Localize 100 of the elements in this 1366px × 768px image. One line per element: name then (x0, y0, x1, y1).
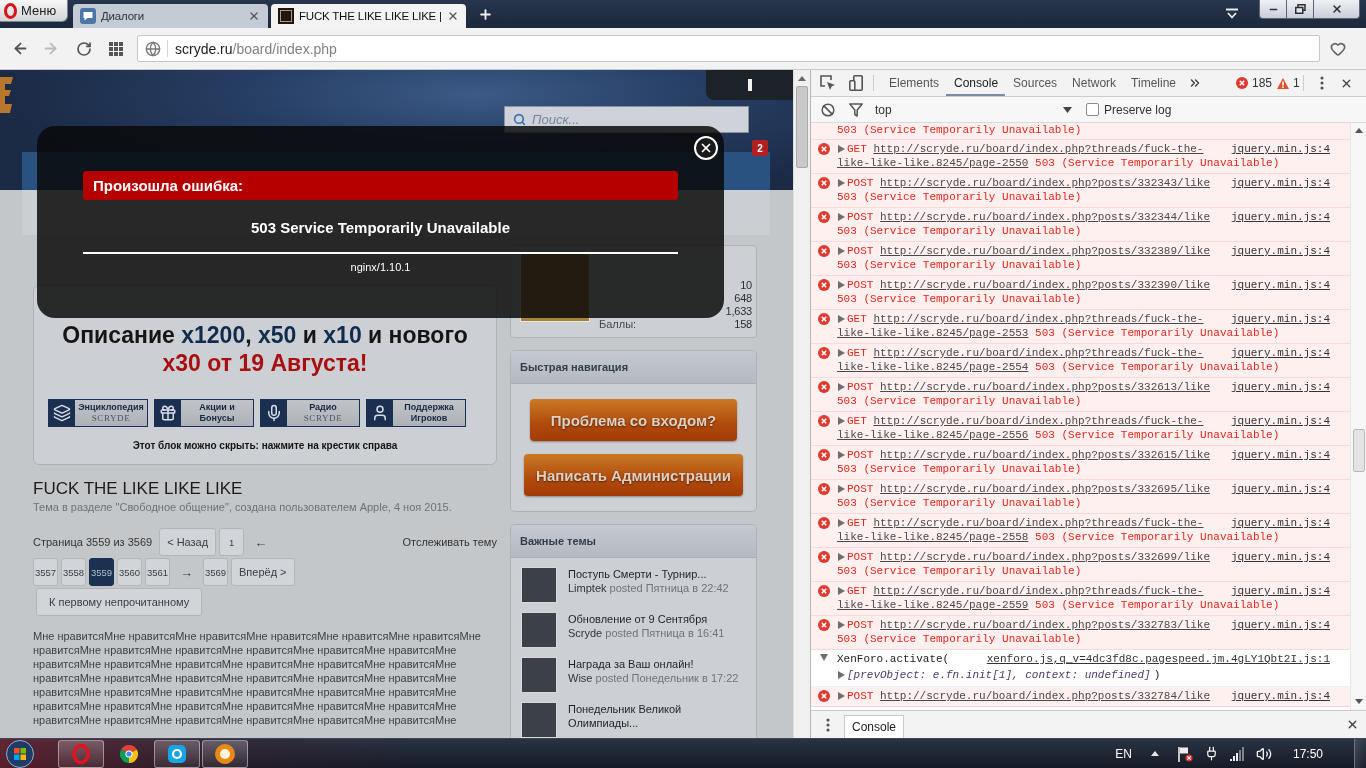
grid-icon[interactable] (109, 41, 123, 56)
disclosure-triangle-icon[interactable] (837, 349, 845, 357)
browser-tab[interactable]: Диалоги (73, 4, 268, 28)
new-tab-icon[interactable] (478, 7, 493, 22)
error-counter[interactable]: 185 (1236, 76, 1273, 90)
banner-link[interactable]: Энциклопедия SCRYDE (48, 399, 148, 427)
source-link[interactable]: jquery.min.js:4 (1216, 210, 1330, 224)
speaker-icon[interactable] (1255, 745, 1272, 762)
show-desktop-button[interactable] (1354, 738, 1366, 768)
language-indicator[interactable]: EN (1115, 746, 1132, 761)
unread-button[interactable]: К первому непрочитанному (36, 588, 203, 616)
disclosure-triangle-icon[interactable] (837, 519, 845, 527)
close-icon[interactable] (1346, 718, 1359, 731)
source-link[interactable]: jquery.min.js:4 (1216, 312, 1330, 326)
signal-icon[interactable] (1229, 746, 1245, 761)
filter-icon[interactable] (849, 102, 863, 117)
source-link[interactable]: jquery.min.js:4 (1216, 448, 1330, 462)
topic-link[interactable]: Награда за Ваш онлайн! (568, 657, 694, 671)
disclosure-triangle-icon[interactable] (837, 247, 845, 255)
page-link[interactable]: 3559 (89, 558, 114, 586)
warning-counter[interactable]: 1 (1277, 76, 1300, 90)
address-field[interactable]: scryde.ru/board/index.php (137, 35, 1320, 62)
preserve-log-checkbox[interactable] (1086, 103, 1099, 116)
page-link[interactable]: → (173, 558, 200, 586)
scroll-up-arrow-icon[interactable] (1354, 128, 1363, 133)
source-link[interactable]: jquery.min.js:4 (1216, 278, 1330, 292)
banner-link[interactable]: Поддержка Игроков (366, 399, 466, 427)
page-link[interactable]: 3561 (145, 558, 170, 586)
page-link[interactable]: Вперёд > (231, 558, 295, 586)
disclosure-triangle-icon[interactable] (837, 315, 845, 323)
scroll-down-arrow-icon[interactable] (1354, 699, 1363, 704)
watch-link[interactable]: Отслеживать тему (402, 528, 497, 556)
disclosure-triangle-icon[interactable] (820, 653, 828, 661)
menu-button[interactable]: Меню (0, 0, 68, 22)
window-close-button[interactable] (1314, 0, 1360, 19)
drawer-menu-icon[interactable] (826, 717, 830, 732)
source-link[interactable]: jquery.min.js:4 (1216, 584, 1330, 598)
start-button[interactable] (6, 739, 34, 768)
reload-icon[interactable] (76, 40, 92, 57)
disclosure-triangle-icon[interactable] (837, 621, 845, 629)
banner-link[interactable]: Акции и Бонусы (154, 399, 254, 427)
disclosure-triangle-icon[interactable] (837, 451, 845, 459)
scroll-up-arrow-icon[interactable] (798, 76, 806, 81)
context-select[interactable]: top (871, 99, 1076, 120)
page-link[interactable]: 1 (219, 528, 245, 556)
source-link[interactable]: jquery.min.js:4 (1216, 618, 1330, 632)
drawer-tab[interactable]: Console (844, 715, 905, 738)
page-link[interactable]: 3560 (117, 558, 142, 586)
page-link[interactable]: ← (247, 528, 275, 556)
devtools-tab[interactable]: Sources (1005, 70, 1065, 96)
restore-button[interactable] (1287, 0, 1314, 19)
disclosure-triangle-icon[interactable] (837, 281, 845, 289)
taskbar-app-button[interactable] (202, 739, 248, 768)
clock-time[interactable]: 17:50 (1292, 746, 1323, 761)
source-link[interactable]: jquery.min.js:4 (1216, 550, 1330, 564)
disclosure-triangle-icon[interactable] (837, 417, 845, 425)
source-link[interactable]: jquery.min.js:4 (1216, 244, 1330, 258)
topic-link[interactable]: Понедельник Великой Олимпиады... (568, 702, 740, 730)
devtools-tab[interactable]: Elements (881, 70, 947, 96)
minimize-button[interactable] (1259, 0, 1287, 19)
page-link[interactable]: 3558 (61, 558, 86, 586)
scrollbar-thumb[interactable] (1352, 429, 1365, 472)
source-link[interactable]: jquery.min.js:4 (1216, 176, 1330, 190)
flag-icon[interactable] (1177, 745, 1193, 762)
up-triangle-icon[interactable] (1150, 751, 1159, 756)
devtools-tab[interactable]: Timeline (1123, 70, 1183, 96)
disclosure-triangle-icon[interactable] (837, 213, 845, 221)
banner-link[interactable]: Радио SCRYDE (260, 399, 360, 427)
topic-link[interactable]: Поступь Смерти - Турнир... (568, 567, 707, 581)
close-button[interactable] (694, 136, 718, 160)
source-link[interactable]: jquery.min.js:4 (1216, 346, 1330, 360)
source-link[interactable]: jquery.min.js:4 (1216, 380, 1330, 394)
more-tabs-icon[interactable] (1188, 76, 1202, 90)
disclosure-triangle-icon[interactable] (837, 485, 845, 493)
device-icon[interactable] (849, 75, 863, 91)
scrollbar-thumb[interactable] (796, 86, 808, 168)
page-link[interactable]: 3557 (33, 558, 58, 586)
disclosure-triangle-icon[interactable] (837, 383, 845, 391)
tab-menu-icon[interactable] (1225, 8, 1239, 20)
disclosure-triangle-icon[interactable] (837, 145, 845, 153)
disclosure-triangle-icon[interactable] (837, 671, 845, 679)
more-icon[interactable] (1319, 76, 1324, 90)
source-link[interactable]: jquery.min.js:4 (1216, 689, 1330, 703)
source-link[interactable]: jquery.min.js:4 (1216, 142, 1330, 156)
topic-link[interactable]: Обновление от 9 Сентября (568, 612, 708, 626)
page-link[interactable]: < Назад (159, 528, 217, 556)
taskbar-app-button[interactable] (154, 739, 200, 768)
disclosure-triangle-icon[interactable] (837, 553, 845, 561)
heart-icon[interactable] (1330, 40, 1346, 57)
inspect-icon[interactable] (820, 75, 836, 91)
clear-icon[interactable] (821, 102, 835, 117)
page-link[interactable]: 3569 (203, 558, 228, 586)
disclosure-triangle-icon[interactable] (837, 587, 845, 595)
disclosure-triangle-icon[interactable] (837, 692, 845, 700)
disclosure-triangle-icon[interactable] (837, 179, 845, 187)
source-link[interactable]: xenforo.js,q_v=4dc3fd8c.pagespeed.jm.4gLY1Qbt2I.js:1 (972, 652, 1330, 666)
close-icon[interactable] (248, 10, 260, 22)
source-link[interactable]: jquery.min.js:4 (1216, 482, 1330, 496)
source-link[interactable]: jquery.min.js:4 (1216, 516, 1330, 530)
source-link[interactable]: jquery.min.js:4 (1216, 414, 1330, 428)
